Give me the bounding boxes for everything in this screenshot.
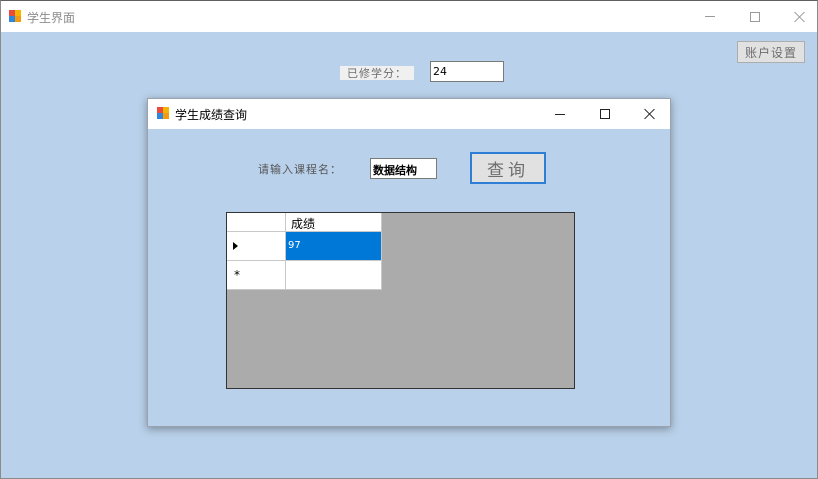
minimize-icon [554, 113, 565, 115]
main-window-title: 学生界面 [27, 11, 76, 25]
app-icon [157, 107, 169, 119]
grade-query-dialog: 学生成绩查询 请输入课程名： 数据结构 查询 成绩 97 * [147, 98, 671, 427]
new-row-header[interactable]: * [227, 261, 286, 290]
minimize-button[interactable] [687, 1, 732, 32]
dialog-minimize-button[interactable] [537, 99, 582, 129]
maximize-icon [749, 11, 760, 22]
close-icon [794, 11, 806, 23]
maximize-icon [599, 109, 610, 119]
course-name-input[interactable]: 数据结构 [370, 158, 437, 179]
course-name-label: 请输入课程名： [258, 163, 342, 176]
query-button[interactable]: 查询 [470, 152, 546, 184]
minimize-icon [704, 16, 715, 17]
grade-grid[interactable]: 成绩 97 * [226, 212, 575, 389]
dialog-title: 学生成绩查询 [175, 108, 248, 122]
dialog-titlebar[interactable]: 学生成绩查询 [148, 99, 670, 129]
main-titlebar[interactable]: 学生界面 [1, 1, 817, 32]
app-icon [9, 10, 21, 22]
close-button[interactable] [777, 1, 818, 32]
new-score-cell[interactable] [286, 261, 382, 290]
close-icon [644, 108, 656, 120]
row-header[interactable] [227, 232, 286, 261]
credits-field[interactable]: 24 [430, 61, 504, 82]
new-row-asterisk-icon: * [234, 268, 240, 282]
dialog-close-button[interactable] [627, 99, 672, 129]
grid-corner-header[interactable] [227, 213, 286, 232]
current-row-arrow-icon [233, 242, 238, 250]
score-column-header[interactable]: 成绩 [286, 213, 382, 232]
student-main-window: 学生界面 账户设置 已修学分： 24 学生成绩查询 请输入课程名： 数据结构 查… [0, 0, 818, 479]
maximize-button[interactable] [732, 1, 777, 32]
dialog-maximize-button[interactable] [582, 99, 627, 129]
account-settings-button[interactable]: 账户设置 [737, 41, 805, 63]
credits-label: 已修学分： [340, 66, 414, 80]
score-cell[interactable]: 97 [286, 232, 382, 261]
